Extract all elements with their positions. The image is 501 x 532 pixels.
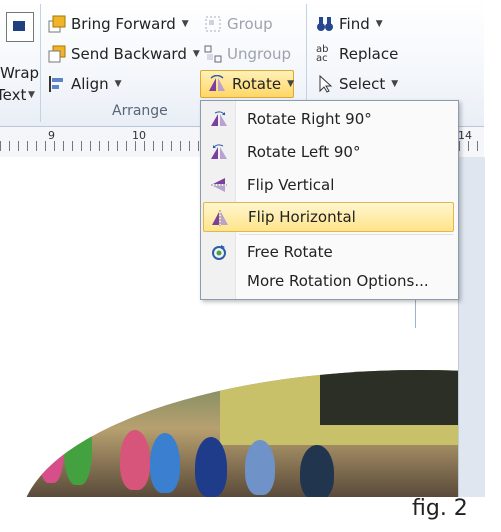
- replace-label: Replace: [339, 45, 399, 63]
- menu-item-label: Rotate Left 90°: [247, 143, 361, 161]
- menu-item-rotate-right[interactable]: Rotate Right 90°: [203, 104, 454, 134]
- send-backward-icon: [48, 45, 66, 63]
- document-margin: [458, 157, 485, 497]
- binoculars-icon: [316, 15, 334, 33]
- group-label: Group: [227, 15, 273, 33]
- bring-forward-label: Bring Forward: [71, 15, 176, 33]
- group-icon: [204, 15, 222, 33]
- rotate-icon: [207, 74, 227, 93]
- photo-person: [120, 430, 150, 490]
- rotate-right-icon: [209, 110, 229, 128]
- wrap-text-label-line1: Wrap: [0, 64, 40, 82]
- rotate-dropdown-menu: Rotate Right 90° Rotate Left 90° Flip Ve…: [200, 100, 459, 300]
- flip-vertical-icon: [209, 176, 229, 194]
- photo-person: [150, 433, 180, 493]
- align-label: Align: [71, 75, 109, 93]
- ribbon-separator: [40, 4, 41, 122]
- menu-item-label: Flip Horizontal: [248, 208, 356, 226]
- align-icon: [48, 75, 66, 93]
- arrange-group-label: Arrange: [112, 103, 168, 119]
- find-button[interactable]: Find ▼: [316, 12, 383, 36]
- figure-caption: fig. 2: [412, 496, 468, 521]
- chevron-down-icon: ▼: [28, 90, 35, 100]
- menu-item-label: More Rotation Options...: [247, 272, 429, 290]
- chevron-down-icon: ▼: [192, 49, 200, 59]
- menu-item-label: Free Rotate: [247, 243, 333, 261]
- group-button[interactable]: Group: [204, 12, 273, 36]
- replace-icon: ab ac: [316, 44, 329, 64]
- photo-person: [300, 445, 334, 497]
- menu-separator: [239, 234, 453, 235]
- menu-item-flip-vertical[interactable]: Flip Vertical: [203, 170, 454, 200]
- menu-item-more-rotation-options[interactable]: More Rotation Options...: [203, 266, 454, 296]
- photo-person: [195, 437, 227, 497]
- menu-item-flip-horizontal[interactable]: Flip Horizontal: [203, 202, 454, 232]
- align-button[interactable]: Align ▼: [48, 72, 122, 96]
- ungroup-label: Ungroup: [227, 45, 292, 63]
- wrap-text-icon: [6, 12, 34, 42]
- menu-item-rotate-left[interactable]: Rotate Left 90°: [203, 137, 454, 167]
- chevron-down-icon: ▼: [391, 79, 399, 89]
- rotate-button[interactable]: Rotate ▼: [200, 70, 294, 98]
- rotate-left-icon: [209, 143, 229, 161]
- ruler-number: 14: [458, 129, 472, 142]
- bring-forward-button[interactable]: Bring Forward ▼: [48, 12, 189, 36]
- menu-item-label: Flip Vertical: [247, 176, 335, 194]
- chevron-down-icon: ▼: [375, 19, 383, 29]
- menu-item-label: Rotate Right 90°: [247, 110, 372, 128]
- photo-person: [245, 440, 275, 495]
- chevron-down-icon: ▼: [287, 79, 295, 89]
- ungroup-button[interactable]: Ungroup: [204, 42, 291, 66]
- rotate-label: Rotate: [232, 75, 282, 93]
- send-backward-label: Send Backward: [71, 45, 187, 63]
- wrap-text-label-line2: Text: [0, 86, 27, 104]
- select-label: Select: [339, 75, 386, 93]
- chevron-down-icon: ▼: [114, 79, 122, 89]
- alignment-guide: [415, 300, 416, 328]
- replace-button[interactable]: ab ac Replace: [316, 42, 398, 66]
- bring-forward-icon: [48, 15, 66, 33]
- wrap-text-button[interactable]: Wrap Text ▼: [0, 10, 40, 104]
- chevron-down-icon: ▼: [181, 19, 189, 29]
- free-rotate-icon: [209, 243, 229, 261]
- menu-item-free-rotate[interactable]: Free Rotate: [203, 237, 454, 267]
- cursor-arrow-icon: [316, 74, 334, 93]
- ungroup-icon: [204, 45, 222, 63]
- send-backward-button[interactable]: Send Backward ▼: [48, 42, 200, 66]
- flip-horizontal-icon: [210, 209, 230, 227]
- find-label: Find: [339, 15, 370, 33]
- ruler-number: 10: [132, 129, 146, 142]
- select-button[interactable]: Select ▼: [316, 72, 398, 96]
- ruler-number: 9: [48, 129, 55, 142]
